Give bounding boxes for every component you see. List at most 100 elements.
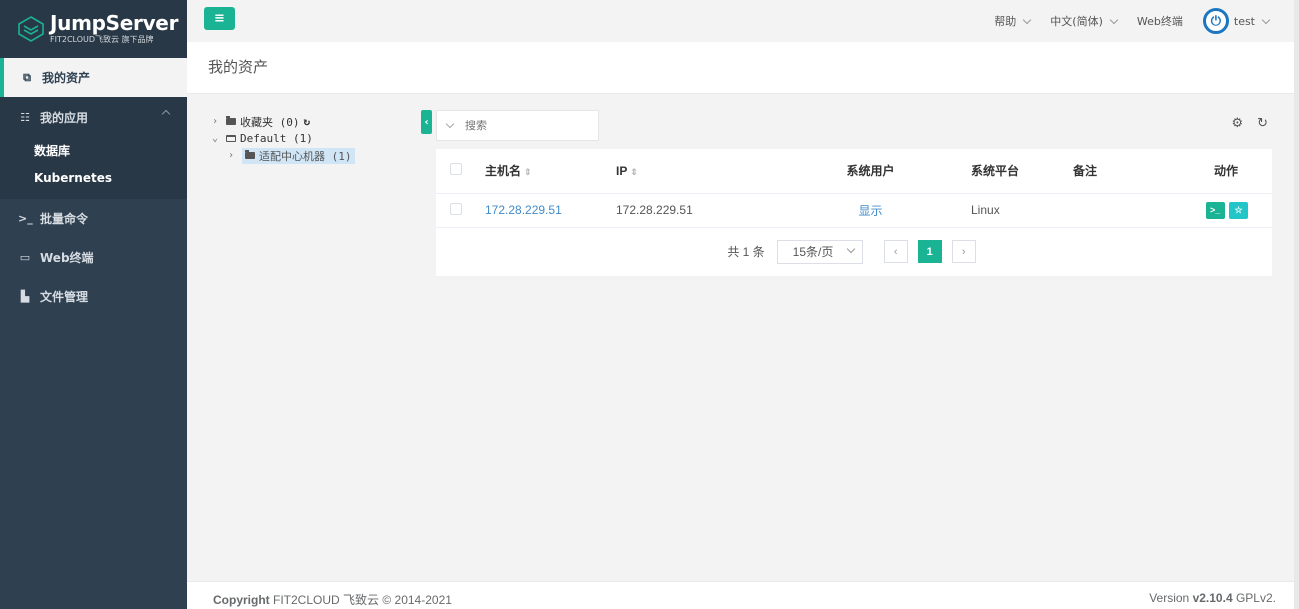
table-row: 172.28.229.51 172.28.229.51 显示 Linux >_ … [436, 193, 1272, 228]
tree-node-label: Default (1) [240, 132, 313, 145]
collapse-tree-button[interactable]: ‹ [421, 110, 432, 134]
sidebar-item-label: Web终端 [40, 251, 94, 265]
header-label: IP [616, 163, 628, 178]
avatar-power-icon: ⏻ [1202, 8, 1229, 34]
copyright-text: FIT2CLOUD 飞致云 © 2014-2021 [273, 593, 452, 607]
sidebar-item-label: 文件管理 [40, 290, 89, 304]
help-label: 帮助 [994, 15, 1017, 28]
gear-icon[interactable]: ⚙ [1231, 116, 1243, 131]
comment-cell [1020, 193, 1160, 228]
sort-icon[interactable]: ⇕ [630, 167, 638, 177]
menu-toggle-button[interactable]: ≡ [204, 7, 235, 30]
version-number: v2.10.4 [1192, 591, 1233, 605]
sidebar-item-batch-command[interactable]: >_ 批量命令 [0, 199, 187, 238]
web-terminal-link[interactable]: Web终端 [1137, 13, 1183, 29]
pagination: 共 1 条 15条/页 ‹ 1 › [436, 227, 1272, 276]
chevron-down-icon [1109, 15, 1119, 24]
column-header-actions: 动作 [1160, 149, 1272, 194]
tree-node-default[interactable]: ⌄ Default (1) [212, 130, 412, 147]
grid-icon: ☷ [20, 110, 30, 124]
user-menu[interactable]: ⏻ test [1202, 8, 1271, 34]
page-size-select[interactable]: 15条/页 [776, 239, 863, 264]
page-scrollbar[interactable] [1294, 0, 1299, 609]
page-heading: 我的资产 [187, 42, 1294, 94]
hostname-link[interactable]: 172.28.229.51 [485, 203, 562, 217]
sidebar-subitem-kubernetes[interactable]: Kubernetes [0, 164, 187, 191]
column-header-comment: 备注 [1020, 149, 1160, 194]
page-title: 我的资产 [208, 58, 269, 76]
chevron-down-icon[interactable] [445, 119, 455, 129]
tree-node-child[interactable]: › 适配中心机器 (1) [212, 147, 412, 164]
page-size-label: 15条/页 [792, 245, 834, 259]
asset-table: 主机名 ⇕ IP ⇕ 系统用户 系统平台 备注 动作 172.28.229.51 1… [436, 149, 1272, 228]
sidebar-item-label: 批量命令 [40, 212, 89, 226]
connect-terminal-button[interactable]: >_ [1205, 201, 1225, 219]
asset-table-card: 主机名 ⇕ IP ⇕ 系统用户 系统平台 备注 动作 172.28.229.51 1… [436, 149, 1272, 276]
column-header-hostname[interactable]: 主机名 ⇕ [485, 149, 616, 194]
chevron-down-icon [846, 244, 855, 253]
chevron-right-icon[interactable]: › [212, 116, 226, 127]
username-label: test [1233, 14, 1255, 28]
ip-cell: 172.28.229.51 [616, 193, 773, 228]
next-page-button[interactable]: › [951, 240, 976, 263]
file-icon: ▙ [20, 290, 30, 303]
sidebar-subitem-database[interactable]: 数据库 [0, 137, 187, 164]
tree-node-favorites[interactable]: › 收藏夹 (0) ↻ [212, 113, 412, 130]
window-icon: ▭ [19, 251, 31, 264]
sidebar-item-label: 我的应用 [40, 110, 89, 125]
folder-icon [245, 150, 255, 159]
footer-version: Version v2.10.4 GPLv2. [1149, 591, 1276, 605]
prev-page-button[interactable]: ‹ [883, 240, 908, 263]
column-header-system-user: 系统用户 [773, 149, 918, 194]
footer: Copyright FIT2CLOUD 飞致云 © 2014-2021 Vers… [187, 581, 1294, 609]
sidebar-item-file-manager[interactable]: ▙ 文件管理 [0, 277, 187, 316]
refresh-icon[interactable]: ↻ [1257, 116, 1268, 131]
chevron-down-icon [1023, 15, 1032, 24]
jumpserver-logo-icon [18, 16, 44, 42]
favorite-star-button[interactable]: ☆ [1229, 201, 1248, 219]
chevron-down-icon [1261, 15, 1271, 24]
total-count: 共 1 条 [727, 245, 765, 259]
chevron-right-icon[interactable]: › [228, 150, 242, 161]
search-input[interactable] [465, 119, 575, 132]
search-box[interactable] [436, 110, 599, 141]
sidebar-item-my-apps[interactable]: ☷ 我的应用 [0, 97, 187, 137]
topbar: ≡ 帮助 中文(简体) Web终端 ⏻ test [187, 0, 1299, 42]
license-text: GPLv2. [1235, 591, 1276, 605]
logo[interactable]: JumpServer FIT2CLOUD飞致云 旗下品牌 [0, 0, 187, 58]
sidebar-item-my-assets[interactable]: ⧉ 我的资产 [0, 58, 187, 97]
chevron-left-icon: ‹ [424, 116, 429, 128]
sidebar-item-label: 我的资产 [42, 71, 91, 85]
table-header-row: 主机名 ⇕ IP ⇕ 系统用户 系统平台 备注 动作 [436, 149, 1272, 194]
table-tools: ⚙ ↻ [1231, 116, 1268, 131]
hamburger-icon: ≡ [214, 11, 225, 26]
language-menu[interactable]: 中文(简体) [1050, 13, 1119, 29]
version-label: Version [1149, 591, 1190, 605]
select-all-checkbox[interactable] [450, 163, 462, 176]
chevron-down-icon[interactable]: ⌄ [212, 133, 226, 144]
folder-open-icon [226, 135, 236, 142]
sidebar-item-web-terminal[interactable]: ▭ Web终端 [0, 238, 187, 277]
asset-tree: › 收藏夹 (0) ↻ ⌄ Default (1) › 适配中心机器 (1) [212, 113, 412, 164]
tree-node-label: 收藏夹 (0) [240, 115, 300, 129]
column-header-ip[interactable]: IP ⇕ [616, 149, 773, 194]
tree-node-selected[interactable]: 适配中心机器 (1) [242, 147, 355, 164]
chevron-up-icon [161, 109, 171, 119]
language-label: 中文(简体) [1050, 15, 1103, 28]
footer-copyright: Copyright FIT2CLOUD 飞致云 © 2014-2021 [213, 591, 452, 608]
tree-node-label: 适配中心机器 (1) [259, 149, 352, 163]
brand-subtitle: FIT2CLOUD飞致云 旗下品牌 [50, 35, 154, 44]
sort-icon[interactable]: ⇕ [524, 167, 532, 177]
terminal-prompt-icon: >_ [18, 212, 33, 225]
column-header-platform: 系统平台 [918, 149, 1020, 194]
folder-icon [226, 116, 236, 125]
help-menu[interactable]: 帮助 [994, 13, 1032, 29]
system-user-show-link[interactable]: 显示 [858, 204, 882, 218]
assets-icon: ⧉ [23, 70, 31, 84]
row-checkbox[interactable] [450, 202, 462, 215]
web-terminal-label: Web终端 [1136, 15, 1183, 28]
brand-title: JumpServer [50, 11, 179, 35]
header-label: 主机名 [485, 164, 522, 179]
refresh-icon[interactable]: ↻ [304, 115, 311, 128]
page-number-button[interactable]: 1 [917, 240, 942, 263]
